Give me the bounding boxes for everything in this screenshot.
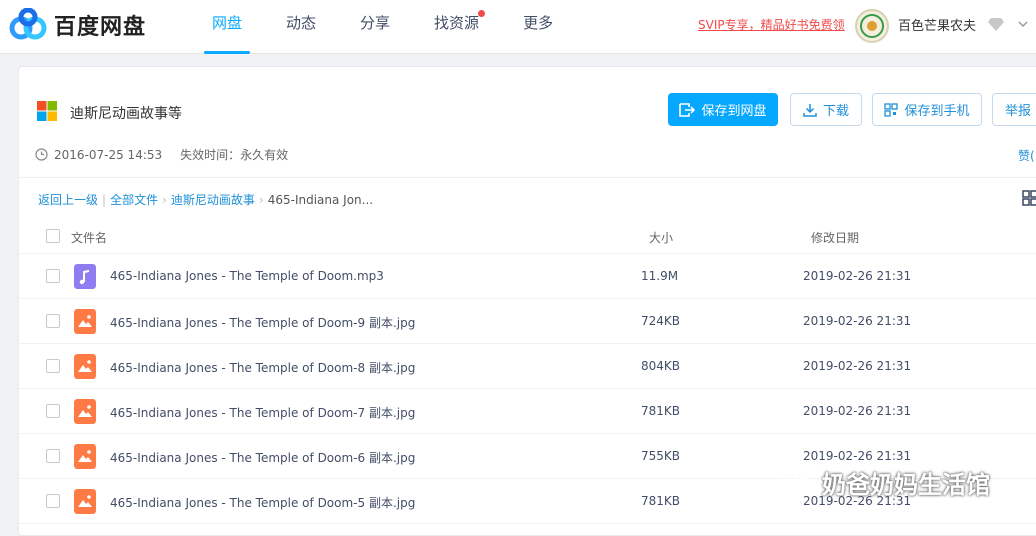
download-button[interactable]: 下载: [790, 93, 862, 126]
file-size: 804KB: [641, 359, 681, 373]
row-checkbox[interactable]: [46, 494, 60, 508]
breadcrumb-chevron-icon: ›: [162, 192, 167, 207]
save-icon: [679, 102, 696, 117]
share-meta: 2016-07-25 14:53 失效时间：永久有效: [35, 146, 288, 163]
file-name[interactable]: 465-Indiana Jones - The Temple of Doom-6…: [110, 449, 415, 466]
nav-item-activity[interactable]: 动态: [264, 0, 338, 54]
nav-item-more[interactable]: 更多: [501, 0, 575, 54]
file-name[interactable]: 465-Indiana Jones - The Temple of Doom.m…: [110, 269, 384, 283]
column-header-name[interactable]: 文件名: [71, 229, 107, 246]
file-name[interactable]: 465-Indiana Jones - The Temple of Doom-7…: [110, 404, 415, 421]
nav-item-netdisk[interactable]: 网盘: [190, 0, 264, 54]
report-button-label: 举报: [1005, 104, 1032, 119]
file-date: 2019-02-26 21:31: [803, 269, 912, 283]
brand-name: 百度网盘: [54, 15, 147, 40]
main-nav: 网盘 动态 分享 找资源 更多: [190, 0, 575, 54]
share-expiry: 失效时间：永久有效: [180, 148, 289, 162]
top-bar: 百度网盘 网盘 动态 分享 找资源 更多 SVIP专享，精品好书免费领 百色芒果…: [0, 0, 1036, 54]
username[interactable]: 百色芒果农夫: [898, 15, 976, 34]
file-name[interactable]: 465-Indiana Jones - The Temple of Doom-5…: [110, 494, 415, 511]
file-size: 755KB: [641, 449, 681, 463]
download-icon: [803, 103, 817, 117]
column-header-size[interactable]: 大小: [649, 229, 673, 246]
nav-label: 网盘: [212, 14, 243, 32]
brand-logo[interactable]: 百度网盘: [8, 8, 146, 42]
windows-folder-icon: [37, 101, 57, 121]
wechat-icon: [781, 470, 813, 494]
row-checkbox[interactable]: [46, 359, 60, 373]
notification-dot: [478, 10, 486, 17]
image-file-icon: [74, 399, 96, 424]
breadcrumb-separator: |: [102, 192, 107, 207]
breadcrumb-folder-link[interactable]: 迪斯尼动画故事: [171, 191, 255, 208]
chevron-down-icon[interactable]: [1018, 19, 1028, 29]
breadcrumb-back-link[interactable]: 返回上一级: [38, 191, 98, 208]
baidu-netdisk-logo-icon: [9, 8, 47, 40]
column-header-date[interactable]: 修改日期: [811, 229, 859, 246]
image-file-icon: [74, 489, 96, 514]
clock-icon: [35, 148, 48, 161]
file-size: 724KB: [641, 314, 681, 328]
save-button-label: 保存到网盘: [701, 104, 767, 119]
file-name[interactable]: 465-Indiana Jones - The Temple of Doom-9…: [110, 314, 415, 331]
avatar-emblem-icon: [860, 14, 884, 38]
music-file-icon: [74, 264, 96, 289]
row-checkbox[interactable]: [46, 404, 60, 418]
file-size: 781KB: [641, 494, 681, 508]
nav-label: 动态: [286, 14, 317, 32]
vip-diamond-icon[interactable]: [988, 17, 1004, 31]
file-date: 2019-02-26 21:31: [803, 359, 912, 373]
share-created-time: 2016-07-25 14:53: [54, 147, 163, 162]
save-phone-button-label: 保存到手机: [904, 104, 970, 119]
file-date: 2019-02-26 21:31: [803, 449, 912, 463]
table-row[interactable]: 465-Indiana Jones - The Temple of Doom.m…: [19, 254, 1036, 299]
save-to-phone-button[interactable]: 保存到手机: [872, 93, 982, 126]
file-date: 2019-02-26 21:31: [803, 314, 912, 328]
save-to-netdisk-button[interactable]: 保存到网盘: [668, 93, 778, 126]
breadcrumb-all-files-link[interactable]: 全部文件: [110, 191, 158, 208]
nav-label: 找资源: [434, 14, 480, 32]
table-row[interactable]: 465-Indiana Jones - The Temple of Doom-9…: [19, 299, 1036, 344]
image-file-icon: [74, 444, 96, 469]
nav-item-share[interactable]: 分享: [338, 0, 412, 54]
breadcrumb: 返回上一级 | 全部文件 › 迪斯尼动画故事 › 465-Indiana Jon…: [38, 191, 373, 208]
grid-view-icon[interactable]: [1022, 190, 1036, 206]
file-table-header: 文件名 大小 修改日期: [19, 217, 1036, 254]
image-file-icon: [74, 309, 96, 334]
nav-label: 更多: [523, 14, 554, 32]
row-checkbox[interactable]: [46, 449, 60, 463]
image-file-icon: [74, 354, 96, 379]
row-checkbox[interactable]: [46, 314, 60, 328]
svip-promo-link[interactable]: SVIP专享，精品好书免费领: [698, 16, 845, 33]
table-row[interactable]: 465-Indiana Jones - The Temple of Doom-8…: [19, 344, 1036, 389]
file-name[interactable]: 465-Indiana Jones - The Temple of Doom-8…: [110, 359, 415, 376]
file-size: 781KB: [641, 404, 681, 418]
watermark-text: 奶爸奶妈生活馆: [822, 471, 990, 499]
file-date: 2019-02-26 21:31: [803, 404, 912, 418]
watermark: 奶爸奶妈生活馆: [780, 465, 990, 500]
breadcrumb-current: 465-Indiana Jon...: [267, 192, 374, 207]
nav-item-find-resources[interactable]: 找资源: [412, 0, 501, 54]
phone-qr-icon: [884, 102, 899, 117]
file-size: 11.9M: [641, 269, 679, 283]
table-row[interactable]: 465-Indiana Jones - The Temple of Doom-7…: [19, 389, 1036, 434]
breadcrumb-chevron-icon: ›: [258, 192, 264, 207]
share-title: 迪斯尼动画故事等: [70, 106, 182, 122]
divider: [19, 177, 1036, 178]
select-all-checkbox[interactable]: [46, 229, 60, 243]
row-checkbox[interactable]: [46, 269, 60, 283]
avatar[interactable]: [855, 9, 889, 43]
like-link[interactable]: 赞(: [1018, 147, 1035, 164]
report-button[interactable]: 举报: [992, 93, 1036, 126]
nav-label: 分享: [360, 14, 391, 32]
download-button-label: 下载: [822, 104, 849, 119]
